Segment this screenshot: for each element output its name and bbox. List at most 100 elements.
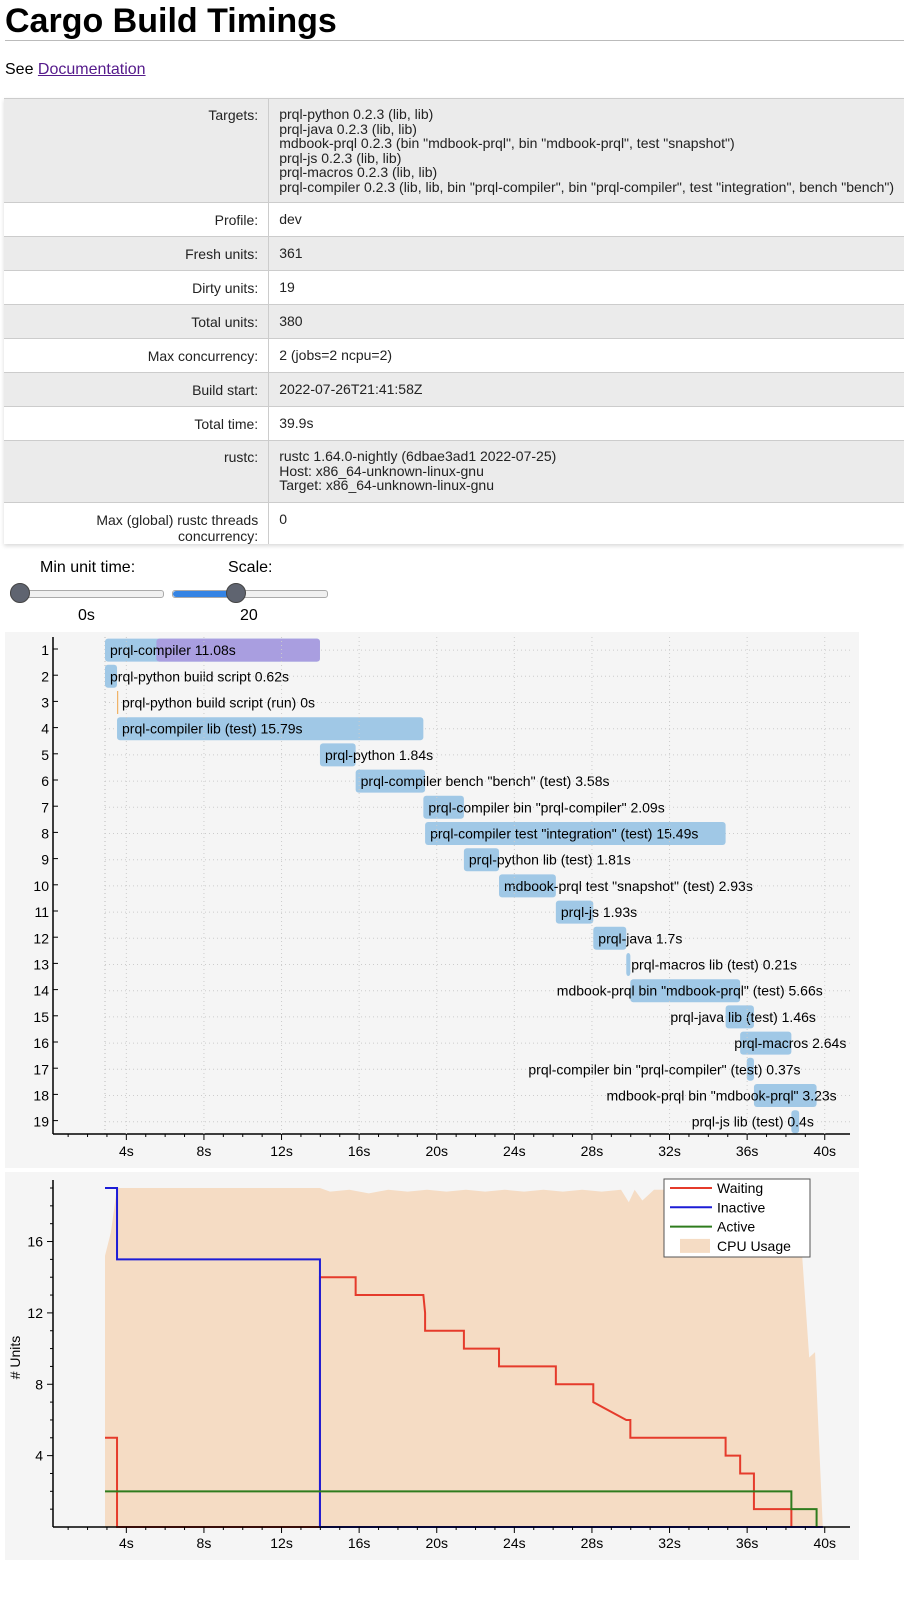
summary-value-line: 19 (279, 279, 295, 295)
unit-label: prql-python 1.84s (325, 747, 433, 763)
summary-value-line: mdbook-prql 0.2.3 (bin "mdbook-prql", bi… (279, 135, 735, 151)
summary-table: Targets: prql-python 0.2.3 (lib, lib) prql… (4, 98, 904, 544)
concurrency-x-tick-label: 12s (270, 1535, 293, 1551)
unit-number: 16 (33, 1035, 49, 1051)
min-unit-time-slider[interactable] (10, 590, 164, 598)
unit-label: prql-compiler bench "bench" (test) 3.58s (361, 773, 610, 789)
unit-number: 8 (41, 826, 49, 842)
summary-value-line: 39.9s (279, 415, 314, 431)
min-unit-time-knob[interactable] (10, 583, 30, 603)
legend-label: CPU Usage (717, 1238, 791, 1254)
unit-number: 3 (41, 695, 49, 711)
unit-number: 1 (41, 642, 49, 658)
summary-value: 0 (268, 502, 904, 544)
timeline-x-tick-label: 28s (581, 1143, 604, 1159)
controls: Min unit time: 0s Scale: 20 (0, 559, 400, 630)
summary-row: Max (global) rustc threads concurrency: 0 (4, 502, 904, 544)
summary-value: 380 (268, 304, 904, 339)
unit-label: mdbook-prql bin "mdbook-prql" 3.23s (607, 1088, 837, 1104)
summary-value: 19 (268, 270, 904, 305)
min-unit-time-label: Min unit time: (40, 559, 136, 576)
page-title: Cargo Build Timings (5, 2, 337, 40)
unit-label: mdbook-prql test "snapshot" (test) 2.93s (504, 878, 753, 894)
summary-value: 2 (jobs=2 ncpu=2) (268, 338, 904, 373)
unit-number: 10 (33, 878, 49, 894)
summary-key: Max (global) rustc threads concurrency: (4, 502, 270, 544)
summary-value-line: 380 (279, 313, 303, 329)
legend-label: Inactive (717, 1199, 765, 1215)
scale-knob[interactable] (226, 583, 247, 603)
summary-value-line: 361 (279, 245, 303, 261)
unit-number: 18 (33, 1088, 49, 1104)
summary-row: Total units: 380 (4, 304, 904, 339)
summary-value: prql-python 0.2.3 (lib, lib) prql-java 0.… (268, 98, 904, 203)
scale-value: 20 (240, 607, 258, 624)
summary-row: Total time: 39.9s (4, 406, 904, 441)
summary-value: dev (268, 202, 904, 237)
summary-value-line: 2 (jobs=2 ncpu=2) (279, 347, 393, 363)
timeline-x-tick-label: 24s (503, 1143, 526, 1159)
unit-number: 2 (41, 668, 49, 684)
unit-number: 14 (33, 983, 49, 999)
concurrency-x-tick-label: 40s (813, 1535, 836, 1551)
concurrency-x-tick-label: 32s (658, 1535, 681, 1551)
unit-label: prql-js 1.93s (561, 904, 637, 920)
summary-value-line: 0 (279, 511, 287, 527)
unit-number: 5 (41, 747, 49, 763)
unit-label: prql-python build script (run) 0s (122, 695, 315, 711)
summary-value-line: prql-compiler 0.2.3 (lib, lib, bin "prql… (279, 178, 894, 195)
concurrency-y-axis-label: # Units (7, 1336, 23, 1380)
unit-timeline-chart: 1 prql-compiler 11.08s 2 prql-python build … (5, 632, 859, 1168)
concurrency-x-tick-label: 36s (736, 1535, 759, 1551)
concurrency-y-tick-label: 16 (27, 1234, 43, 1250)
timeline-x-tick-label: 40s (813, 1143, 836, 1159)
summary-value-line: Target: x86_64-unknown-linux-gnu (279, 477, 495, 493)
legend-label: Active (717, 1219, 755, 1235)
unit-number: 13 (33, 957, 49, 973)
concurrency-legend: Waiting Inactive Active CPU Usage (663, 1178, 811, 1258)
scale-slider[interactable] (172, 590, 328, 598)
concurrency-x-tick-label: 24s (503, 1535, 526, 1551)
unit-label: prql-compiler 11.08s (110, 642, 236, 658)
concurrency-x-tick-label: 28s (581, 1535, 604, 1551)
summary-value: 361 (268, 236, 904, 271)
unit-label: prql-python lib (test) 1.81s (469, 852, 631, 868)
concurrency-y-tick-label: 12 (27, 1305, 43, 1321)
summary-key: rustc: (4, 440, 270, 503)
summary-row: Profile: dev (4, 202, 904, 237)
unit-label: prql-js lib (test) 0.4s (692, 1114, 814, 1130)
unit-number: 6 (41, 773, 49, 789)
unit-label: prql-python build script 0.62s (110, 668, 289, 684)
unit-label: prql-macros 2.64s (734, 1035, 846, 1051)
unit-number: 9 (41, 852, 49, 868)
unit-label: prql-compiler bin "prql-compiler" (test)… (528, 1061, 800, 1077)
summary-value-line: prql-macros 0.2.3 (lib, lib) (279, 164, 438, 180)
scale-label: Scale: (228, 559, 273, 576)
run-custom-build-bar (117, 691, 119, 714)
unit-label: prql-java 1.7s (598, 930, 682, 946)
summary-value-line: Host: x86_64-unknown-linux-gnu (279, 462, 484, 479)
documentation-link[interactable]: Documentation (38, 61, 146, 78)
title-rule (5, 40, 904, 41)
unit-label: mdbook-prql bin "mdbook-prql" (test) 5.6… (557, 983, 823, 999)
summary-row: Max concurrency: 2 (jobs=2 ncpu=2) (4, 338, 904, 373)
timeline-x-tick-label: 16s (348, 1143, 371, 1159)
summary-key: Total units: (4, 304, 270, 339)
summary-row: Fresh units: 361 (4, 236, 904, 271)
unit-label: prql-java lib (test) 1.46s (670, 1009, 816, 1025)
unit-label: prql-macros lib (test) 0.21s (631, 957, 797, 973)
summary-row: Build start: 2022-07-26T21:41:58Z (4, 372, 904, 407)
summary-key: Dirty units: (4, 270, 270, 305)
concurrency-x-tick-label: 16s (348, 1535, 371, 1551)
unit-bar (626, 953, 631, 976)
unit-number: 7 (41, 799, 49, 815)
timeline-x-tick-label: 36s (736, 1143, 759, 1159)
summary-key: Fresh units: (4, 236, 270, 271)
see-prefix: See (5, 61, 34, 78)
summary-value-line: prql-js 0.2.3 (lib, lib) (279, 149, 402, 166)
unit-label: prql-compiler test "integration" (test) … (430, 826, 698, 842)
concurrency-chart: 4 8 12 16 4s 8s 12s 16s 20s 24s 28s 32s 36s 40s # Unit… (5, 1172, 859, 1560)
summary-key: Targets: (4, 98, 270, 203)
timeline-x-tick-label: 12s (270, 1143, 293, 1159)
see-documentation: See Documentation (5, 61, 146, 79)
